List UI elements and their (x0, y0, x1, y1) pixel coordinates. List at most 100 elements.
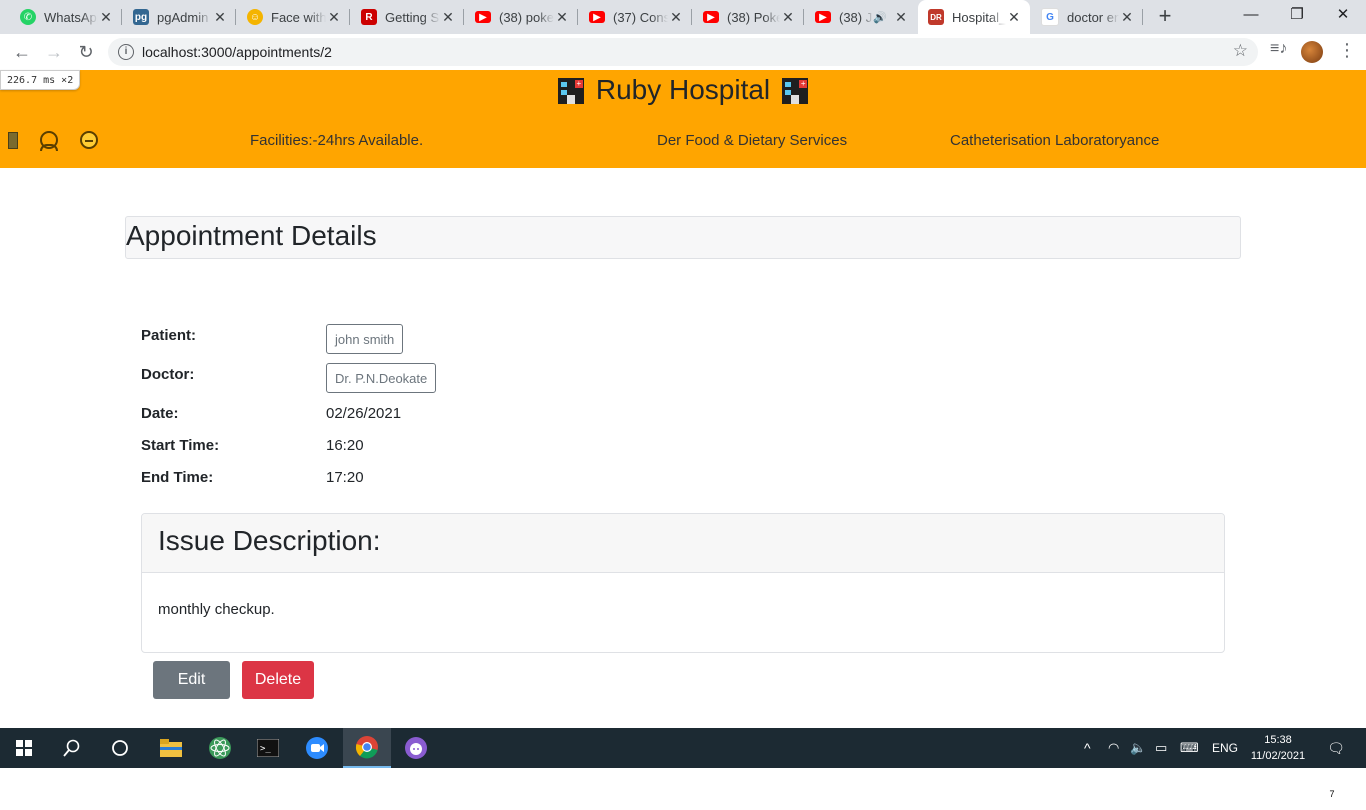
start-time-label: Start Time: (141, 437, 220, 454)
header-icon-group (8, 131, 98, 151)
browser-tab[interactable]: G doctor en ✕ (1031, 0, 1143, 34)
speaker-icon: 🔊 (873, 11, 887, 24)
patient-value: john smith (326, 324, 404, 354)
browser-tab[interactable]: ✆ WhatsApp ✕ (10, 0, 122, 34)
edit-button[interactable]: Edit (153, 661, 230, 699)
close-icon[interactable]: ✕ (1119, 9, 1135, 26)
date-value: 02/26/2021 (326, 405, 402, 422)
close-icon[interactable]: ✕ (780, 9, 796, 26)
browser-tab[interactable]: R Getting Started✕ (351, 0, 464, 34)
browser-tab[interactable]: ▶ (38) pokemon✕ (465, 0, 578, 34)
issue-description-card: Issue Description: monthly checkup. (141, 513, 1225, 653)
brand-name: Ruby Hospital (595, 74, 771, 105)
volume-icon[interactable]: 🔈 (1130, 728, 1146, 768)
hospital-icon: + (780, 75, 810, 105)
url-text[interactable]: localhost:3000/appointments/2 (142, 44, 332, 60)
browser-tab[interactable]: ▶ (38) J 🔊 ✕ (805, 0, 917, 34)
rails-icon: R (361, 9, 377, 25)
browser-tab[interactable]: ▶ (37) Console✕ (579, 0, 692, 34)
youtube-icon: ▶ (703, 11, 719, 23)
back-button[interactable]: ← (10, 40, 34, 64)
issue-body: monthly checkup. (158, 601, 275, 618)
browser-tab[interactable]: ☺ Face with ✕ (237, 0, 350, 34)
info-icon[interactable]: i (118, 44, 134, 60)
doctor-label: Doctor: (141, 366, 195, 383)
start-button[interactable] (0, 728, 48, 768)
browser-toolbar: ← → ↻ i localhost:3000/appointments/2 ☆ (0, 34, 1366, 71)
close-window-button[interactable]: ✕ (1320, 0, 1366, 32)
clock[interactable]: 15:38 11/02/2021 (1250, 732, 1306, 764)
nav-link-facilities[interactable]: Facilities:-24hrs Available. (250, 132, 423, 149)
browser-menu-icon[interactable]: ⋮ (1338, 40, 1356, 61)
app-icon: DR (928, 9, 944, 25)
google-icon: G (1041, 8, 1059, 26)
show-hidden-icons[interactable]: ^ (1084, 728, 1091, 768)
keyboard-icon[interactable]: ⌨ (1180, 728, 1199, 768)
close-icon[interactable]: ✕ (212, 9, 228, 26)
close-icon[interactable]: ✕ (668, 9, 684, 26)
pgadmin-icon: pg (133, 9, 149, 25)
brand[interactable]: + Ruby Hospital + (0, 70, 1366, 110)
nav-link-catheterisation-lab[interactable]: Catheterisation Laboratoryance (950, 132, 1159, 149)
notifications-button[interactable]: 🗨7 (1324, 728, 1348, 799)
wifi-icon[interactable]: ◠ (1108, 728, 1119, 768)
forward-button[interactable]: → (42, 40, 66, 64)
close-icon[interactable]: ✕ (1006, 9, 1022, 26)
issue-card-header: Issue Description: (142, 514, 1224, 573)
atom-icon (209, 737, 231, 759)
user-icon[interactable] (40, 131, 58, 151)
profiler-badge[interactable]: 226.7 ms ×2 (0, 70, 80, 90)
search-icon (63, 739, 80, 757)
youtube-icon: ▶ (475, 11, 491, 23)
page-title-card: Appointment Details (125, 216, 1241, 259)
file-explorer-button[interactable] (147, 728, 195, 768)
smiley-icon[interactable] (80, 131, 98, 149)
site-header: + Ruby Hospital + Facilities:-24hrs Avai… (0, 70, 1366, 168)
browser-tab-active[interactable]: DR Hospital_ ✕ (918, 0, 1030, 34)
profile-avatar[interactable] (1301, 41, 1323, 63)
github-desktop-icon (405, 737, 427, 759)
browser-tab-strip: ✆ WhatsApp✕ pg pgAdmin 4✕ ☺ Face with✕ R… (0, 0, 1366, 34)
close-icon[interactable]: ✕ (893, 9, 909, 26)
notification-icon: 🗨 (1327, 740, 1345, 756)
close-icon[interactable]: ✕ (98, 9, 114, 26)
atom-button[interactable] (196, 728, 244, 768)
close-icon[interactable]: ✕ (554, 9, 570, 26)
patient-label: Patient: (141, 327, 197, 344)
svg-text:>_: >_ (260, 744, 271, 754)
browser-tab[interactable]: pg pgAdmin 4✕ (123, 0, 236, 34)
restore-button[interactable]: ❐ (1274, 0, 1320, 32)
reload-button[interactable]: ↻ (74, 40, 98, 64)
nav-link-food-services[interactable]: Der Food & Dietary Services (657, 132, 847, 149)
whatsapp-icon: ✆ (20, 9, 36, 25)
taskbar: >_ ^ ◠ 🔈 ▭ ⌨ ENG 15:38 11/02/2021 🗨7 (0, 728, 1366, 799)
notification-count: 7 (1326, 789, 1338, 799)
delete-button[interactable]: Delete (242, 661, 314, 699)
battery-icon[interactable]: ▭ (1155, 728, 1167, 768)
search-button[interactable] (48, 728, 96, 768)
language-indicator[interactable]: ENG (1212, 728, 1238, 768)
close-icon[interactable]: ✕ (326, 9, 342, 26)
date-label: Date: (141, 405, 179, 422)
minimize-button[interactable]: — (1228, 0, 1274, 32)
end-time-label: End Time: (141, 469, 214, 486)
end-time-value: 17:20 (326, 469, 364, 486)
windows-icon (16, 740, 32, 756)
youtube-icon: ▶ (589, 11, 605, 23)
browser-tab[interactable]: ▶ (38) Pokemon✕ (693, 0, 804, 34)
media-control-icon[interactable]: ≡♪ (1270, 40, 1287, 58)
bookmark-star-icon[interactable]: ☆ (1233, 41, 1248, 61)
hospital-icon: + (556, 75, 586, 105)
zoom-icon (306, 737, 328, 759)
terminal-button[interactable]: >_ (244, 728, 292, 768)
task-view-button[interactable] (96, 728, 144, 768)
emoji-icon: ☺ (247, 9, 263, 25)
door-icon[interactable] (8, 131, 18, 149)
address-bar[interactable]: i localhost:3000/appointments/2 ☆ (108, 38, 1258, 66)
clock-date: 11/02/2021 (1250, 750, 1306, 762)
new-tab-button[interactable]: + (1153, 4, 1177, 28)
close-icon[interactable]: ✕ (440, 9, 456, 26)
github-desktop-button[interactable] (392, 728, 440, 768)
zoom-button[interactable] (293, 728, 341, 768)
chrome-button[interactable] (343, 728, 391, 768)
